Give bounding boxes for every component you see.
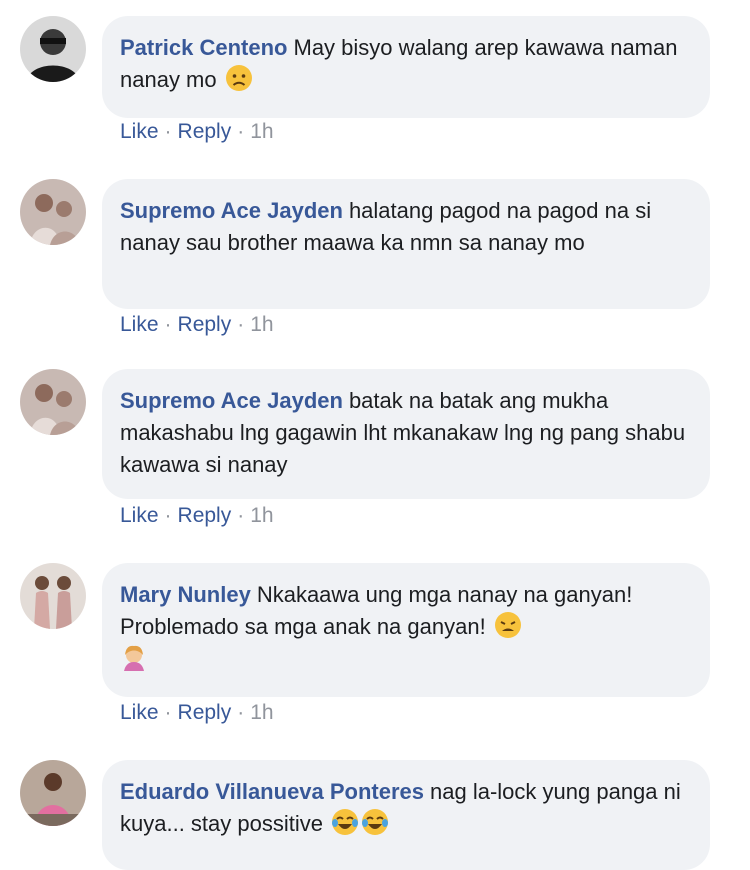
comment-actions: Like · Reply · 1h xyxy=(120,120,274,144)
timestamp[interactable]: 1h xyxy=(250,504,273,527)
avatar-patrick-centeno[interactable] xyxy=(20,16,86,82)
reply-link[interactable]: Reply xyxy=(178,120,232,143)
separator-dot: · xyxy=(164,120,172,143)
comment-bubble: Supremo Ace Jayden batak na batak ang muk… xyxy=(102,369,710,499)
separator-dot: · xyxy=(237,120,245,143)
person-icon xyxy=(20,16,86,82)
comment-author[interactable]: Eduardo Villanueva Ponteres xyxy=(120,779,424,804)
avatar-supremo-ace-jayden[interactable] xyxy=(20,179,86,245)
comment-actions: Like · Reply · 1h xyxy=(120,701,274,725)
reply-link[interactable]: Reply xyxy=(178,313,232,336)
separator-dot: · xyxy=(237,313,245,336)
avatar-supremo-ace-jayden[interactable] xyxy=(20,369,86,435)
timestamp[interactable]: 1h xyxy=(250,120,273,143)
reply-link[interactable]: Reply xyxy=(178,504,232,527)
like-link[interactable]: Like xyxy=(120,701,159,724)
comment-author[interactable]: Supremo Ace Jayden xyxy=(120,388,343,413)
sad-face-emoji-icon xyxy=(225,64,253,92)
comment-bubble: Patrick Centeno May bisyo walang arep kaw… xyxy=(102,16,710,118)
separator-dot: · xyxy=(237,504,245,527)
separator-dot: · xyxy=(164,701,172,724)
like-link[interactable]: Like xyxy=(120,504,159,527)
comment-actions: Like · Reply · 1h xyxy=(120,504,274,528)
comment-bubble: Mary Nunley Nkakaawa ung mga nanay na gan… xyxy=(102,563,710,697)
like-link[interactable]: Like xyxy=(120,120,159,143)
separator-dot: · xyxy=(164,504,172,527)
like-link[interactable]: Like xyxy=(120,313,159,336)
comment-bubble: Eduardo Villanueva Ponteres nag la-lock y… xyxy=(102,760,710,870)
comment-actions: Like · Reply · 1h xyxy=(120,313,274,337)
photo-avatar-icon xyxy=(20,563,86,629)
tears-of-joy-emoji-icon xyxy=(331,808,359,836)
photo-avatar-icon xyxy=(20,179,86,245)
separator-dot: · xyxy=(164,313,172,336)
comment-author[interactable]: Supremo Ace Jayden xyxy=(120,198,343,223)
timestamp[interactable]: 1h xyxy=(250,701,273,724)
avatar-eduardo-villanueva-ponteres[interactable] xyxy=(20,760,86,826)
weary-face-emoji-icon xyxy=(494,611,522,639)
reply-link[interactable]: Reply xyxy=(178,701,232,724)
separator-dot: · xyxy=(237,701,245,724)
avatar-mary-nunley[interactable] xyxy=(20,563,86,629)
comment-author[interactable]: Mary Nunley xyxy=(120,582,251,607)
photo-avatar-icon xyxy=(20,369,86,435)
comment-bubble: Supremo Ace Jayden halatang pagod na pago… xyxy=(102,179,710,309)
timestamp[interactable]: 1h xyxy=(250,313,273,336)
comment-author[interactable]: Patrick Centeno xyxy=(120,35,288,60)
photo-avatar-icon xyxy=(20,760,86,826)
tears-of-joy-emoji-icon xyxy=(361,808,389,836)
woman-facepalming-emoji-icon xyxy=(120,643,148,671)
